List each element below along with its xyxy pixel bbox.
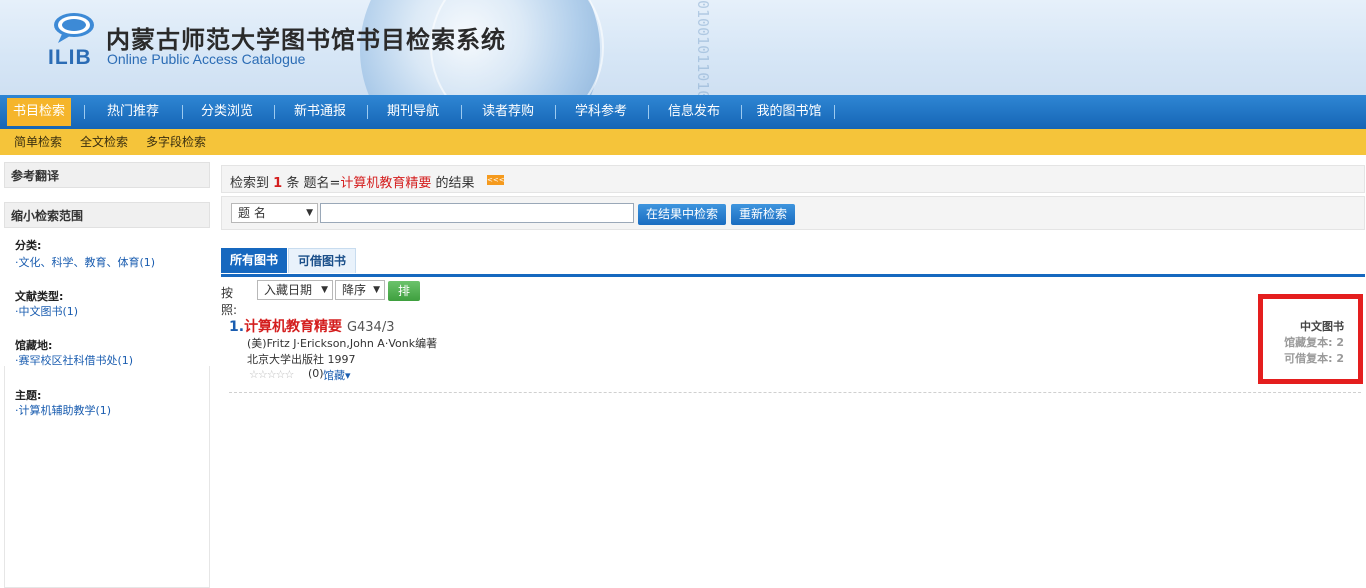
holdings-total-label: 馆藏复本: bbox=[1284, 336, 1333, 349]
dropdown-arrow-icon: ▼ bbox=[306, 208, 313, 218]
summary-suffix: 的结果 bbox=[435, 176, 475, 191]
holdings-highlight-box: 中文图书 馆藏复本: 2 可借复本: 2 bbox=[1258, 294, 1363, 384]
sort-by-value: 入藏日期 bbox=[264, 283, 313, 297]
sort-by-select[interactable]: 入藏日期 ▼ bbox=[257, 280, 333, 300]
facet-value-subject[interactable]: ·计算机辅助教学(1) bbox=[15, 402, 111, 418]
logo-text: ILIB bbox=[48, 46, 92, 69]
nav-separator bbox=[461, 105, 462, 119]
rating-stars-icon[interactable]: ☆☆☆☆☆ bbox=[249, 368, 294, 381]
nav-separator bbox=[834, 105, 835, 119]
nav-item-journals[interactable]: 期刊导航 bbox=[378, 95, 448, 129]
subnav-multifield-search[interactable]: 多字段检索 bbox=[146, 129, 206, 155]
nav-item-my-library[interactable]: 我的图书馆 bbox=[752, 95, 826, 129]
nav-item-new-books[interactable]: 新书通报 bbox=[285, 95, 355, 129]
field-select-value: 题 名 bbox=[238, 206, 266, 220]
facet-head-location: 馆藏地: bbox=[15, 339, 53, 352]
nav-separator bbox=[555, 105, 556, 119]
holdings-available: 可借复本: 2 bbox=[1284, 350, 1344, 366]
sub-nav: 简单检索 全文检索 多字段检索 bbox=[0, 129, 1366, 155]
nav-item-hot-recommend[interactable]: 热门推荐 bbox=[98, 95, 168, 129]
result-title-link[interactable]: 计算机教育精要 bbox=[244, 319, 342, 335]
subnav-simple-search[interactable]: 简单检索 bbox=[14, 129, 62, 155]
summary-prefix: 检索到 bbox=[230, 176, 270, 191]
holdings-type: 中文图书 bbox=[1300, 320, 1344, 333]
result-item: 1.计算机教育精要 G434/3 (美)Fritz J·Erickson,Joh… bbox=[229, 316, 1229, 386]
sidebar: 参考翻译 缩小检索范围 分类: ·文化、科学、教育、体育(1) 文献类型: ·中… bbox=[4, 160, 210, 588]
holdings-total: 馆藏复本: 2 bbox=[1284, 334, 1344, 350]
nav-separator bbox=[741, 105, 742, 119]
nav-item-catalog-search[interactable]: 书目检索 bbox=[7, 98, 71, 126]
facet-link[interactable]: ·中文图书(1) bbox=[15, 305, 78, 318]
facet-value-doc-type[interactable]: ·中文图书(1) bbox=[15, 303, 78, 319]
result-tabs: 所有图书 可借图书 bbox=[221, 248, 1365, 277]
nav-item-category-browse[interactable]: 分类浏览 bbox=[192, 95, 262, 129]
nav-separator bbox=[367, 105, 368, 119]
result-summary-text: 检索到 1 条 题名=计算机教育精要 的结果 bbox=[230, 172, 475, 191]
result-number: 1. bbox=[229, 319, 245, 335]
search-within-button[interactable]: 在结果中检索 bbox=[638, 204, 727, 225]
nav-separator bbox=[648, 105, 649, 119]
holdings-available-label: 可借复本: bbox=[1284, 352, 1333, 365]
page-title: 内蒙古师范大学图书馆书目检索系统 bbox=[106, 26, 506, 54]
nav-separator bbox=[182, 105, 183, 119]
facet-head-doc-type: 文献类型: bbox=[15, 290, 64, 303]
page-subtitle: Online Public Access Catalogue bbox=[107, 51, 306, 67]
summary-field: 条 题名= bbox=[286, 176, 341, 191]
favorite-dropdown[interactable]: 馆藏▾ bbox=[323, 367, 351, 383]
search-row: 题 名 ▼ 在结果中检索 重新检索 bbox=[221, 196, 1365, 230]
subnav-fulltext-search[interactable]: 全文检索 bbox=[80, 129, 128, 155]
facet-head-subject: 主题: bbox=[15, 389, 42, 402]
holdings-total-value: 2 bbox=[1336, 336, 1344, 349]
main-nav: 书目检索 热门推荐 分类浏览 新书通报 期刊导航 读者荐购 学科参考 信息发布 … bbox=[0, 95, 1366, 129]
result-author: (美)Fritz J·Erickson,John A·Vonk编著 bbox=[247, 337, 438, 350]
dropdown-arrow-icon: ▼ bbox=[373, 285, 380, 295]
reference-translation-title: 参考翻译 bbox=[4, 162, 210, 188]
nav-item-reader-suggest[interactable]: 读者荐购 bbox=[473, 95, 543, 129]
back-button[interactable]: <<< bbox=[487, 175, 505, 185]
facet-head-category: 分类: bbox=[15, 239, 42, 252]
result-count: 1 bbox=[273, 176, 283, 191]
result-title-row: 1.计算机教育精要 G434/3 bbox=[229, 316, 394, 336]
facet-link[interactable]: ·文化、科学、教育、体育(1) bbox=[15, 256, 155, 269]
sort-order-value: 降序 bbox=[342, 283, 367, 297]
field-select[interactable]: 题 名 ▼ bbox=[231, 203, 318, 223]
nav-separator bbox=[84, 105, 85, 119]
page-header: 0100101101001 ILIB 内蒙古师范大学图书馆书目检索系统 Onli… bbox=[0, 0, 1366, 95]
binary-digits-decoration: 0100101101001 bbox=[694, 0, 712, 95]
sort-order-select[interactable]: 降序 ▼ bbox=[335, 280, 385, 300]
facet-link[interactable]: ·赛罕校区社科借书处(1) bbox=[15, 354, 133, 367]
result-summary-bar: 检索到 1 条 题名=计算机教育精要 的结果 <<< bbox=[221, 165, 1365, 193]
dropdown-arrow-icon: ▼ bbox=[321, 285, 328, 295]
narrow-search-title: 缩小检索范围 bbox=[4, 202, 210, 228]
result-publisher: 北京大学出版社 1997 bbox=[247, 353, 356, 366]
summary-query: 计算机教育精要 bbox=[340, 176, 432, 191]
call-number: G434/3 bbox=[346, 320, 395, 335]
sort-button[interactable]: 排列 bbox=[388, 281, 421, 318]
search-input[interactable] bbox=[320, 203, 634, 223]
holdings-available-value: 2 bbox=[1336, 352, 1344, 365]
chat-bubble-logo-icon bbox=[54, 13, 94, 43]
facet-link[interactable]: ·计算机辅助教学(1) bbox=[15, 404, 111, 417]
sort-label: 按照: bbox=[221, 286, 238, 317]
nav-separator bbox=[274, 105, 275, 119]
new-search-button[interactable]: 重新检索 bbox=[731, 204, 796, 225]
facet-value-location[interactable]: ·赛罕校区社科借书处(1) bbox=[15, 352, 133, 368]
facet-value-category[interactable]: ·文化、科学、教育、体育(1) bbox=[15, 254, 155, 270]
tab-all-books[interactable]: 所有图书 bbox=[221, 248, 288, 273]
rating-count: (0) bbox=[308, 367, 324, 380]
tab-available-books[interactable]: 可借图书 bbox=[288, 248, 357, 273]
nav-item-subject-reference[interactable]: 学科参考 bbox=[566, 95, 636, 129]
result-divider bbox=[229, 392, 1361, 393]
nav-item-news[interactable]: 信息发布 bbox=[659, 95, 729, 129]
